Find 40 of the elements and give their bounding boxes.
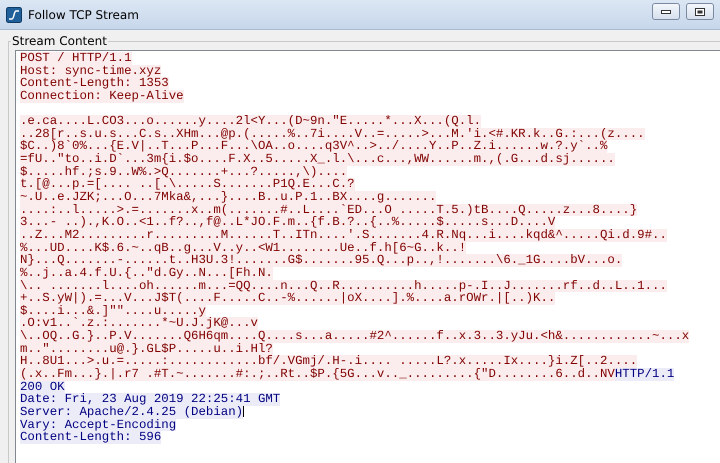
client-text: ....:..l.....>.=.......x..m(.......#..L....`ED...O .....T.5.)tB....Q.....z...8....} — [20, 204, 638, 216]
server-text: HTTP/1.1 — [614, 368, 674, 381]
client-text: $.....hf.;s.9..W%.>Q.......+...?.....,\).... — [20, 166, 348, 178]
client-text: ~.U..e.JZK;...O...7Mka&,...}....B..u.P.1..BX....g....... — [20, 191, 436, 204]
client-text: .O:v1..`.z.:.......*~U.J.jK@...v — [20, 317, 258, 330]
client-text: Content-Length: 1353 — [20, 77, 169, 90]
client-text: $....i...&.]""....u.....y — [20, 304, 206, 318]
server-text: Vary: Accept-Encoding — [20, 418, 176, 432]
minimize-button[interactable] — [652, 3, 680, 20]
app-icon — [6, 6, 22, 22]
client-text: ..Z...M2.........r.........M......T..ITn....'.S.......4.R.Nq...i....kqd&^.....Qi.d.9#.. — [20, 228, 667, 242]
client-text: \.. .......l....oh......m...=QQ....n...Q..R..........h.....p-.I..J.......rf..d..L..1... — [20, 280, 667, 292]
client-text: %..j..a.4.f.U.{.."d.Gy..N...[Fh.N. — [20, 266, 273, 280]
client-text: Connection: Keep-Alive — [20, 90, 184, 103]
client-text: ..28[r..s.u.s...C.s..XHm...@p.(.....%..7i....V..=.....>...M.'i.<#.KR.k..G.:...(z.... — [20, 128, 645, 140]
client-text: t.[@...p.=[.... ..[.\.....S.......P1Q.E...C.? — [20, 178, 355, 192]
stream-text-area[interactable] — [15, 50, 720, 463]
maximize-icon — [695, 8, 705, 16]
server-text: Server: Apache/2.4.25 (Debian) — [20, 406, 244, 419]
client-text: %...UD....K$.6.~..qB..g...V..y..<W1........Ue..f.h[6~G..k..! — [20, 242, 466, 254]
client-text: Host: sync-time.xyz — [20, 64, 162, 78]
client-text: m.."........u@.}.GL$P.....u..i.Hl? — [20, 342, 273, 356]
text-cursor — [243, 406, 244, 417]
client-text: 3...- ..).,K.O..<1..f?..,f@..L*JO.F.m..{f.B.?..{..%.....$.....s...D....V — [20, 216, 556, 229]
client-text: .e.ca....L.CO3...o......y....2l<Y...(D~9n."E.....*...X...(Q.l. — [20, 115, 482, 128]
server-text: Content-Length: 596 — [20, 431, 162, 444]
client-text: =fU.."to..i.D`...3m{i.$o....F.X..5.....X_.l.\...c...,WW......m.,(.G...d.sj...... — [20, 153, 615, 166]
client-text: H..8U1...>.u.=.....:............bf/.VGmj/.H-.i.... .....L?.x.....Ix....}i.Z[..2.... — [20, 355, 638, 368]
client-text: N}...Q.......-......t..H3U.3!.......G$.......95.Q...p..,!.......\6._1G....bV...o. — [20, 254, 622, 267]
client-text: $C..)8`0%...{E.V|..T...P...F...\OA..o....q3V^..>../....Y..P..Z.i......w.?.y`..% — [20, 140, 608, 154]
maximize-button[interactable] — [686, 3, 714, 20]
server-text: Date: Fri, 23 Aug 2019 22:25:41 GMT — [20, 393, 280, 406]
server-text: 200 OK — [20, 380, 65, 394]
minimize-icon — [661, 10, 671, 14]
client-text: +..S.yW|).=...V...J$T(....F.....C..-%......|oX....].%....a.rOWr.|[..)K.. — [20, 292, 556, 305]
group-label: Stream Content — [11, 34, 108, 48]
window-title: Follow TCP Stream — [28, 8, 140, 22]
client-text: (.x..Fm...}.|.r7 .#T.~.......#:.;..Rt..$P.{5G...v.._.........{"D........6..d..NV — [20, 368, 615, 381]
client-text: POST / HTTP/1.1 — [20, 52, 132, 65]
client-text: \..OQ..G.}..P.V.......Q6H6qm....Q....s...a.....#2^......f..x.3..3.yJu.<h&............~...x — [20, 330, 690, 343]
